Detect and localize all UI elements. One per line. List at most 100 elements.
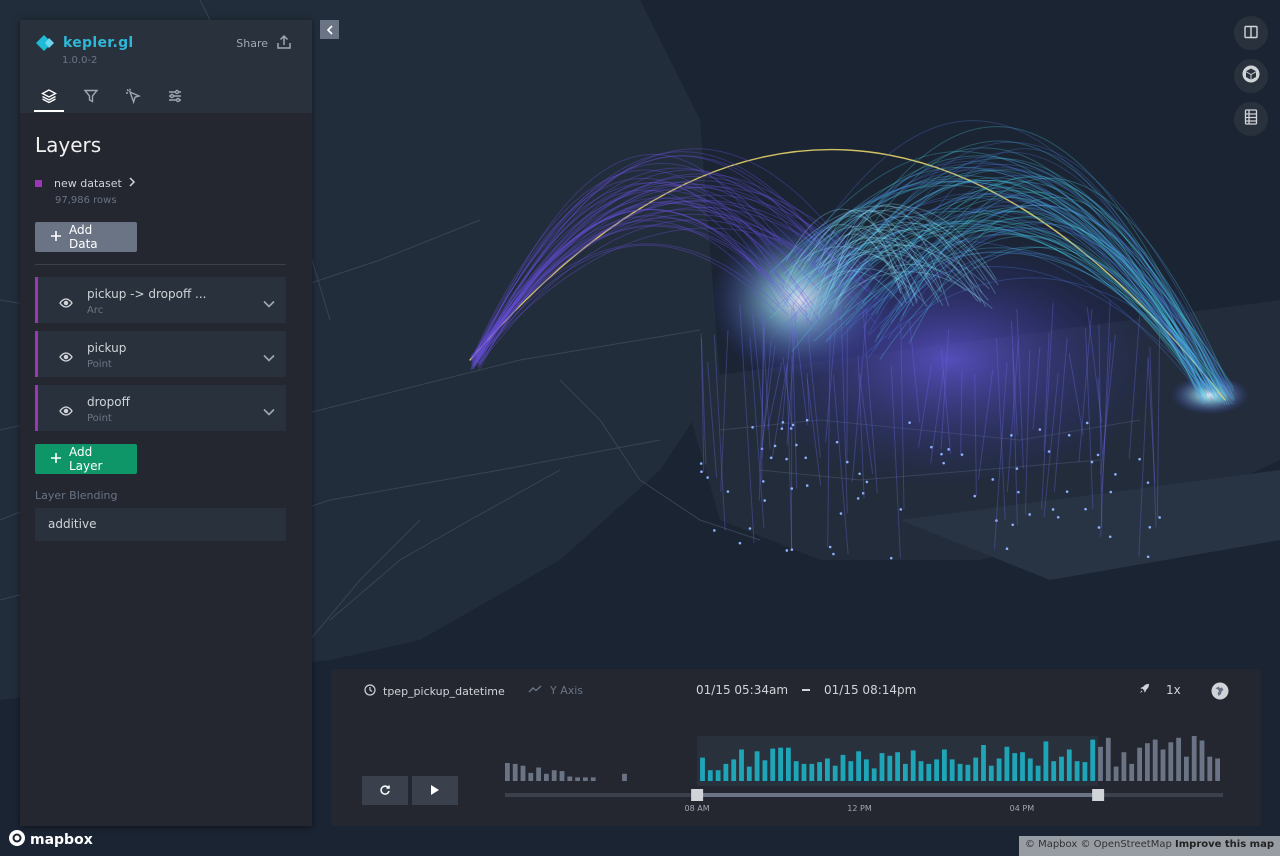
time-histogram[interactable]: 08 AM 12 PM 04 PM (505, 729, 1225, 814)
dropoff-point (828, 545, 832, 549)
tab-layers[interactable] (34, 84, 64, 112)
histogram-bar (1176, 737, 1181, 781)
histogram-bar (590, 777, 596, 781)
reset-animation-button[interactable] (362, 776, 408, 805)
dropoff-point (1067, 433, 1071, 437)
time-axis-tick: 04 PM (1010, 804, 1035, 813)
dropoff-point (942, 461, 945, 465)
map-attribution: © Mapbox © OpenStreetMap Improve this ma… (1018, 836, 1280, 856)
range-separator (802, 689, 811, 691)
histogram-bar (707, 770, 713, 781)
dropoff-point (804, 456, 808, 460)
histogram-bar (903, 763, 908, 781)
tab-map-style[interactable] (160, 84, 190, 112)
toggle-3d-button[interactable] (1234, 59, 1268, 93)
add-data-label: Add Data (69, 223, 98, 251)
dropoff-point (1084, 507, 1087, 511)
dropoff-point (769, 456, 773, 460)
histogram-bar (895, 752, 900, 781)
dropoff-point (1148, 525, 1152, 529)
histogram-bar (1215, 758, 1220, 781)
improve-map-link[interactable]: Improve this map (1175, 839, 1274, 850)
osm-attribution-link[interactable]: © OpenStreetMap (1080, 839, 1171, 850)
mapbox-logo[interactable]: mapbox (8, 829, 93, 851)
eye-icon[interactable] (59, 293, 73, 312)
dropoff-point (839, 512, 843, 515)
histogram-bar (1152, 739, 1158, 781)
dropoff-point (1065, 490, 1069, 493)
dropoff-point (908, 421, 911, 424)
dropoff-point (1010, 434, 1013, 437)
mapbox-logo-icon (8, 829, 26, 851)
dropoff-point (1005, 547, 1009, 551)
eye-icon[interactable] (59, 401, 73, 420)
playback-speed-control[interactable]: 1x (1139, 683, 1181, 697)
animation-window-button[interactable] (1211, 682, 1229, 704)
histogram-bar (583, 777, 588, 781)
dropoff-point (1096, 453, 1100, 457)
playback-speed-value: 1x (1166, 683, 1181, 697)
mapbox-logo-text: mapbox (30, 832, 93, 848)
dropoff-point (835, 440, 839, 444)
dropoff-point (726, 490, 730, 493)
histogram-bar (864, 759, 869, 781)
dropoff-point (751, 425, 754, 429)
add-layer-button[interactable]: Add Layer (35, 444, 137, 474)
add-data-button[interactable]: Add Data (35, 222, 137, 252)
tab-filters[interactable] (76, 84, 106, 112)
histogram-bar (926, 763, 932, 781)
dropoff-point (845, 460, 849, 464)
layer-item[interactable]: dropoff Point (35, 385, 286, 431)
time-slider-start-handle[interactable] (691, 789, 704, 801)
y-axis-select[interactable]: Y Axis (528, 684, 583, 697)
split-map-icon (1244, 24, 1258, 43)
share-button[interactable]: Share (236, 34, 292, 53)
histogram-bar (723, 763, 729, 781)
histogram-bar (801, 763, 807, 781)
collapse-panel-button[interactable] (320, 20, 339, 39)
time-axis-tick: 12 PM (847, 804, 872, 813)
dropoff-point (699, 462, 703, 465)
split-map-button[interactable] (1234, 16, 1268, 50)
eye-icon[interactable] (59, 347, 73, 366)
dropoff-point (947, 448, 950, 451)
histogram-bar (1027, 758, 1033, 781)
histogram-bar (1191, 736, 1197, 781)
chevron-down-icon[interactable] (263, 293, 275, 312)
histogram-bar (1035, 765, 1041, 781)
dropoff-point (1051, 508, 1055, 511)
dropoff-point (785, 457, 788, 461)
dropoff-point (700, 470, 703, 474)
dropoff-point (930, 445, 933, 449)
play-button[interactable] (412, 776, 458, 805)
histogram-bar (1066, 749, 1072, 781)
dropoff-point (781, 420, 785, 424)
chevron-down-icon[interactable] (263, 347, 275, 366)
time-slider-end-handle[interactable] (1092, 789, 1105, 801)
histogram-bar (1199, 740, 1205, 781)
dropoff-point (1138, 457, 1141, 461)
dropoff-point (773, 444, 777, 448)
dataset-title[interactable]: new dataset (35, 177, 136, 190)
histogram-bar (809, 763, 815, 781)
histogram-bar (567, 776, 573, 781)
histogram-bar (832, 765, 838, 781)
time-field-select[interactable]: tpep_pickup_datetime (364, 684, 505, 699)
histogram-bar (793, 761, 799, 781)
plus-icon (51, 452, 61, 466)
histogram-bar (1090, 739, 1096, 781)
chevron-down-icon[interactable] (263, 401, 275, 420)
layer-blending-select[interactable]: additive (35, 508, 286, 541)
dropoff-point (1097, 526, 1101, 529)
mapbox-attribution-link[interactable]: © Mapbox (1025, 839, 1077, 850)
dropoff-point (832, 552, 835, 556)
map-legend-button[interactable] (1234, 102, 1268, 136)
dropoff-point (785, 549, 789, 552)
dropoff-point (856, 497, 860, 500)
layer-item[interactable]: pickup -> dropoff ... Arc (35, 277, 286, 323)
chevron-left-icon (326, 20, 334, 39)
tab-interactions[interactable] (118, 84, 148, 112)
histogram-bar (1137, 747, 1142, 781)
histogram-bar (1207, 756, 1213, 781)
layer-item[interactable]: pickup Point (35, 331, 286, 377)
